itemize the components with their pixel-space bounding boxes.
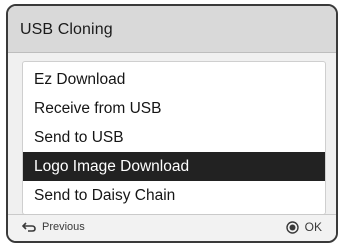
return-arrow-icon: [22, 222, 36, 232]
menu-item-send-to-daisy-chain[interactable]: Send to Daisy Chain: [23, 181, 325, 210]
dialog-footer: Previous OK: [8, 214, 336, 241]
dialog-title: USB Cloning: [20, 21, 113, 38]
usb-cloning-dialog: USB Cloning Ez Download Receive from USB…: [6, 4, 338, 243]
menu-list: Ez Download Receive from USB Send to USB…: [22, 61, 326, 215]
menu-item-send-to-usb[interactable]: Send to USB: [23, 123, 325, 152]
ok-label: OK: [304, 220, 322, 234]
previous-label: Previous: [42, 221, 85, 233]
menu-item-receive-from-usb[interactable]: Receive from USB: [23, 94, 325, 123]
menu-item-ez-download[interactable]: Ez Download: [23, 65, 325, 94]
ok-button[interactable]: OK: [285, 220, 322, 234]
menu-item-logo-image-download[interactable]: Logo Image Download: [23, 152, 325, 181]
ok-circle-icon: [285, 220, 299, 234]
previous-button[interactable]: Previous: [22, 221, 85, 233]
dialog-header: USB Cloning: [8, 6, 336, 53]
